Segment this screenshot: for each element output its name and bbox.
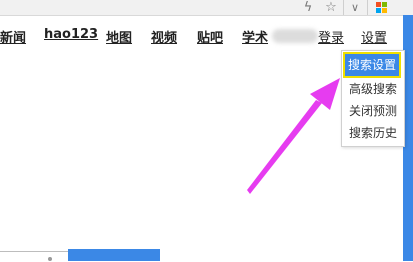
- annotation-arrow: [247, 78, 340, 194]
- search-button[interactable]: [68, 249, 160, 261]
- input-cursor-dot: [48, 257, 52, 261]
- search-input[interactable]: [0, 251, 68, 262]
